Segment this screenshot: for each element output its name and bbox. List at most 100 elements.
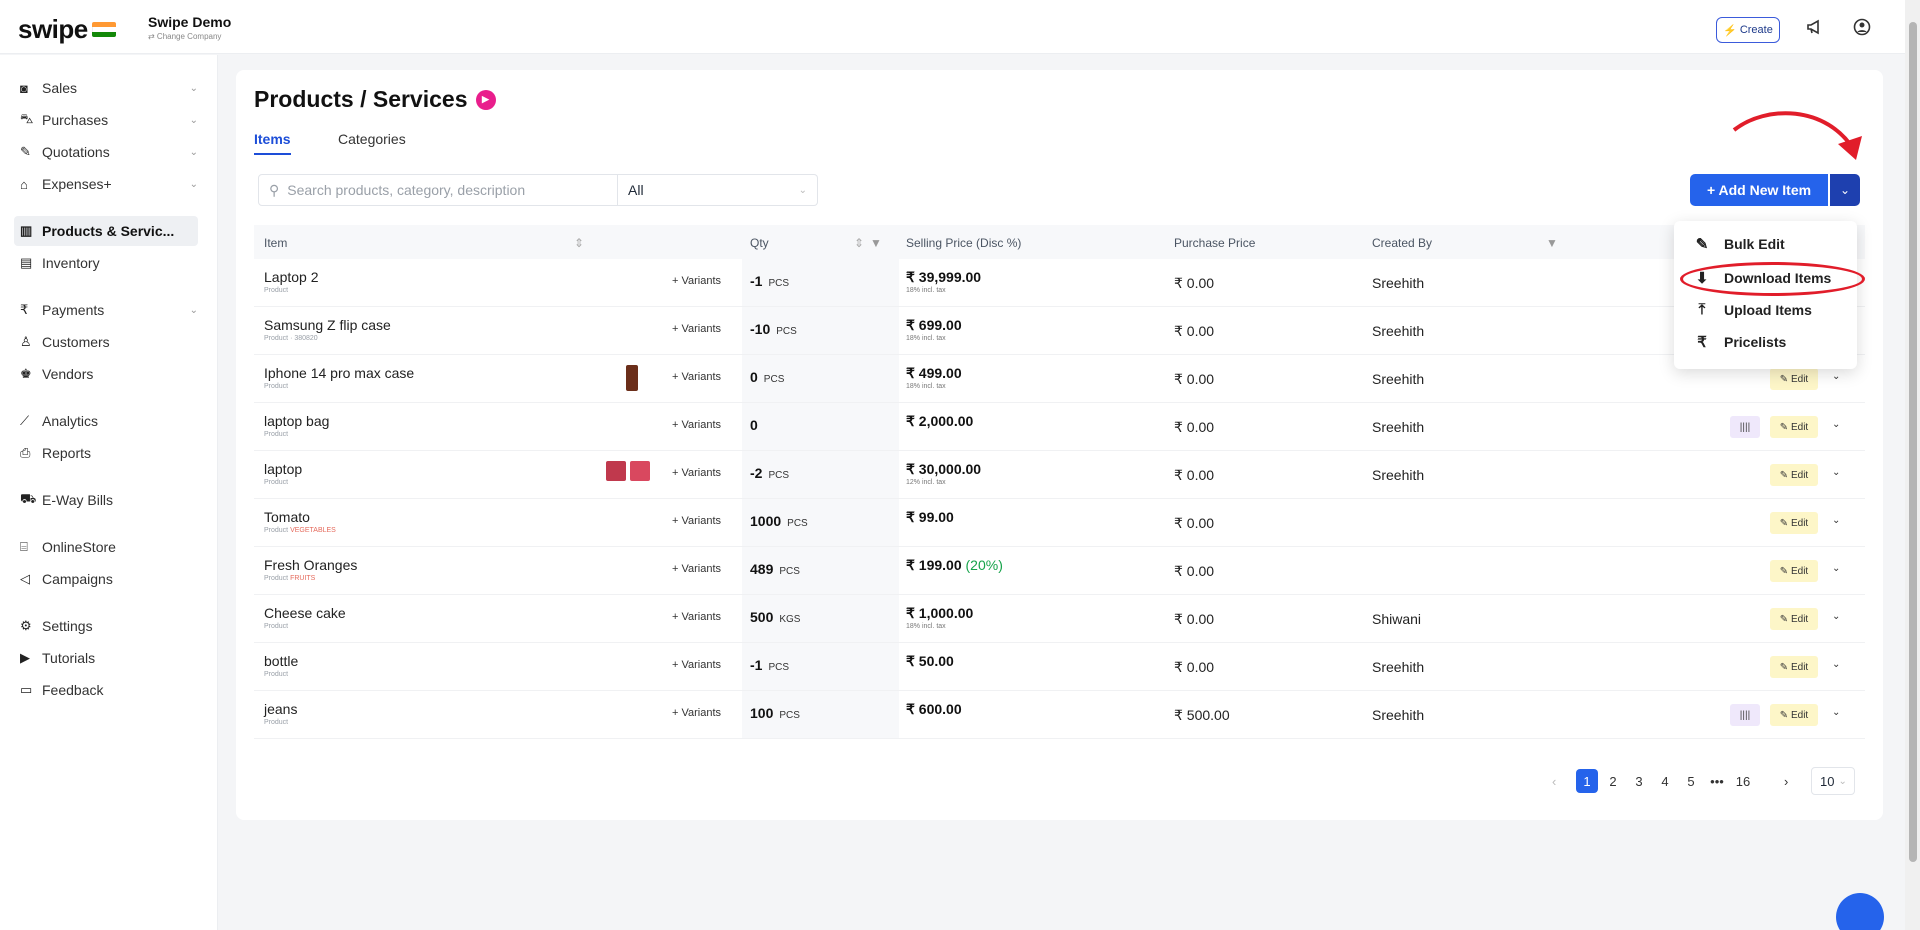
page-button[interactable]: 2: [1602, 769, 1624, 793]
create-button[interactable]: ⚡ Create: [1716, 17, 1780, 43]
tab-items[interactable]: Items: [254, 131, 291, 155]
page-size-select[interactable]: 10 ⌄: [1811, 767, 1855, 795]
sidebar-item-onlinestore[interactable]: ⌸ OnlineStore: [20, 532, 198, 562]
account-icon[interactable]: [1853, 18, 1871, 41]
edit-button[interactable]: ✎ Edit: [1770, 416, 1818, 438]
change-company-link[interactable]: ⇄ Change Company: [148, 32, 231, 41]
table-row[interactable]: Laptop 2 Product + Variants -1 PCS ₹ 39,999.…: [254, 259, 1865, 307]
variants-button[interactable]: + Variants: [672, 659, 721, 671]
edit-label: Edit: [1790, 613, 1809, 625]
sidebar-item-purchases[interactable]: ⛍ Purchases ⌄: [20, 105, 198, 135]
variants-button[interactable]: + Variants: [672, 371, 721, 383]
sidebar-item-quotations[interactable]: ✎ Quotations ⌄: [20, 137, 198, 167]
sidebar-item-payments[interactable]: ₹ Payments ⌄: [20, 295, 198, 325]
item-name[interactable]: bottle: [264, 653, 298, 669]
page-button[interactable]: 3: [1628, 769, 1650, 793]
sidebar-item-expenses[interactable]: ⌂ Expenses+ ⌄: [20, 169, 198, 199]
page-button[interactable]: 1: [1576, 769, 1598, 793]
filter-icon[interactable]: ▼: [870, 236, 882, 250]
sort-icon[interactable]: ⇕: [574, 236, 584, 250]
edit-button[interactable]: ✎ Edit: [1770, 560, 1818, 582]
row-expand-chevron-icon[interactable]: ⌄: [1832, 419, 1840, 430]
search-input[interactable]: [287, 182, 588, 198]
row-expand-chevron-icon[interactable]: ⌄: [1832, 659, 1840, 670]
row-expand-chevron-icon[interactable]: ⌄: [1832, 563, 1840, 574]
variants-button[interactable]: + Variants: [672, 611, 721, 623]
chat-support-icon[interactable]: [1836, 893, 1884, 930]
edit-button[interactable]: ✎ Edit: [1770, 704, 1818, 726]
edit-button[interactable]: ✎ Edit: [1770, 608, 1818, 630]
megaphone-icon[interactable]: [1806, 18, 1824, 41]
row-expand-chevron-icon[interactable]: ⌄: [1832, 611, 1840, 622]
table-row[interactable]: laptop Product + Variants -2 PCS ₹ 30,000.00…: [254, 451, 1865, 499]
sidebar-item-reports[interactable]: ⎙ Reports: [20, 438, 198, 468]
variants-button[interactable]: + Variants: [672, 515, 721, 527]
item-name[interactable]: Laptop 2: [264, 269, 319, 285]
variants-button[interactable]: + Variants: [672, 707, 721, 719]
sidebar-item-vendors[interactable]: ♚ Vendors: [20, 359, 198, 389]
item-name[interactable]: Cheese cake: [264, 605, 346, 621]
table-row[interactable]: laptop bag Product + Variants 0 ₹ 2,000.00 …: [254, 403, 1865, 451]
variants-button[interactable]: + Variants: [672, 323, 721, 335]
page-button[interactable]: 16: [1732, 769, 1754, 793]
tax-note: 18% incl. tax: [906, 287, 946, 294]
table-row[interactable]: bottle Product + Variants -1 PCS ₹ 50.00 ₹ 0…: [254, 643, 1865, 691]
sidebar-item-tutorials[interactable]: ▶ Tutorials: [20, 643, 198, 673]
item-name[interactable]: Iphone 14 pro max case: [264, 365, 414, 381]
item-name[interactable]: jeans: [264, 701, 297, 717]
next-page-button[interactable]: ›: [1784, 769, 1788, 793]
sidebar-item-customers[interactable]: ♙ Customers: [20, 327, 198, 357]
bulk-edit-menu-item[interactable]: ✎ Bulk Edit: [1694, 235, 1785, 253]
variants-button[interactable]: + Variants: [672, 563, 721, 575]
barcode-button[interactable]: ||||: [1730, 416, 1760, 438]
row-expand-chevron-icon[interactable]: ⌄: [1832, 371, 1840, 382]
table-row[interactable]: Tomato Product VEGETABLES + Variants 1000 PC…: [254, 499, 1865, 547]
scrollbar-thumb[interactable]: [1909, 22, 1917, 862]
sidebar-item-sales[interactable]: ◙ Sales ⌄: [20, 73, 198, 103]
barcode-button[interactable]: ||||: [1730, 704, 1760, 726]
tab-categories[interactable]: Categories: [338, 131, 406, 155]
table-row[interactable]: Cheese cake Product + Variants 500 KGS ₹ 1,0…: [254, 595, 1865, 643]
variants-button[interactable]: + Variants: [672, 419, 721, 431]
sidebar-item-analytics[interactable]: ⟋ Analytics: [20, 406, 198, 436]
page-button[interactable]: 4: [1654, 769, 1676, 793]
item-name[interactable]: Fresh Oranges: [264, 557, 357, 573]
category-filter-select[interactable]: All ⌄: [618, 174, 818, 206]
sidebar-item-products[interactable]: ▥ Products & Servic...: [14, 216, 198, 246]
sidebar-item-eway-bills[interactable]: ⛟ E-Way Bills: [20, 485, 198, 515]
row-expand-chevron-icon[interactable]: ⌄: [1832, 515, 1840, 526]
sidebar-item-settings[interactable]: ⚙ Settings: [20, 611, 198, 641]
company-switcher[interactable]: Swipe Demo ⇄ Change Company: [148, 14, 231, 41]
page-button[interactable]: 5: [1680, 769, 1702, 793]
edit-button[interactable]: ✎ Edit: [1770, 368, 1818, 390]
page-scrollbar[interactable]: [1905, 0, 1920, 930]
play-tutorial-icon[interactable]: ▶: [475, 89, 496, 110]
upload-items-menu-item[interactable]: ⤒ Upload Items: [1694, 301, 1812, 318]
edit-button[interactable]: ✎ Edit: [1770, 464, 1818, 486]
row-expand-chevron-icon[interactable]: ⌄: [1832, 467, 1840, 478]
created-by: Sreehith: [1372, 323, 1425, 339]
pagination-ellipsis[interactable]: •••: [1706, 769, 1728, 793]
item-name[interactable]: Samsung Z flip case: [264, 317, 391, 333]
swipe-logo[interactable]: swipe: [18, 14, 88, 45]
sidebar-item-feedback[interactable]: ▭ Feedback: [20, 675, 198, 705]
edit-button[interactable]: ✎ Edit: [1770, 512, 1818, 534]
row-expand-chevron-icon[interactable]: ⌄: [1832, 707, 1840, 718]
pricelists-menu-item[interactable]: ₹ Pricelists: [1694, 333, 1786, 351]
variants-button[interactable]: + Variants: [672, 467, 721, 479]
sort-icon[interactable]: ⇕: [854, 236, 864, 250]
table-row[interactable]: Iphone 14 pro max case Product + Variants…: [254, 355, 1865, 403]
qty-unit: PCS: [779, 566, 800, 577]
filter-icon[interactable]: ▼: [1546, 236, 1558, 250]
item-name[interactable]: laptop bag: [264, 413, 329, 429]
sidebar-item-campaigns[interactable]: ◁ Campaigns: [20, 564, 198, 594]
variants-button[interactable]: + Variants: [672, 275, 721, 287]
prev-page-button[interactable]: ‹: [1552, 769, 1556, 793]
table-row[interactable]: Samsung Z flip case Product · 380820 + Va…: [254, 307, 1865, 355]
sidebar-item-inventory[interactable]: ▤ Inventory: [20, 248, 198, 278]
table-row[interactable]: Fresh Oranges Product FRUITS + Variants 489…: [254, 547, 1865, 595]
edit-button[interactable]: ✎ Edit: [1770, 656, 1818, 678]
table-row[interactable]: jeans Product + Variants 100 PCS ₹ 600.00 ₹ …: [254, 691, 1865, 739]
item-name[interactable]: laptop: [264, 461, 302, 477]
item-name[interactable]: Tomato: [264, 509, 310, 525]
